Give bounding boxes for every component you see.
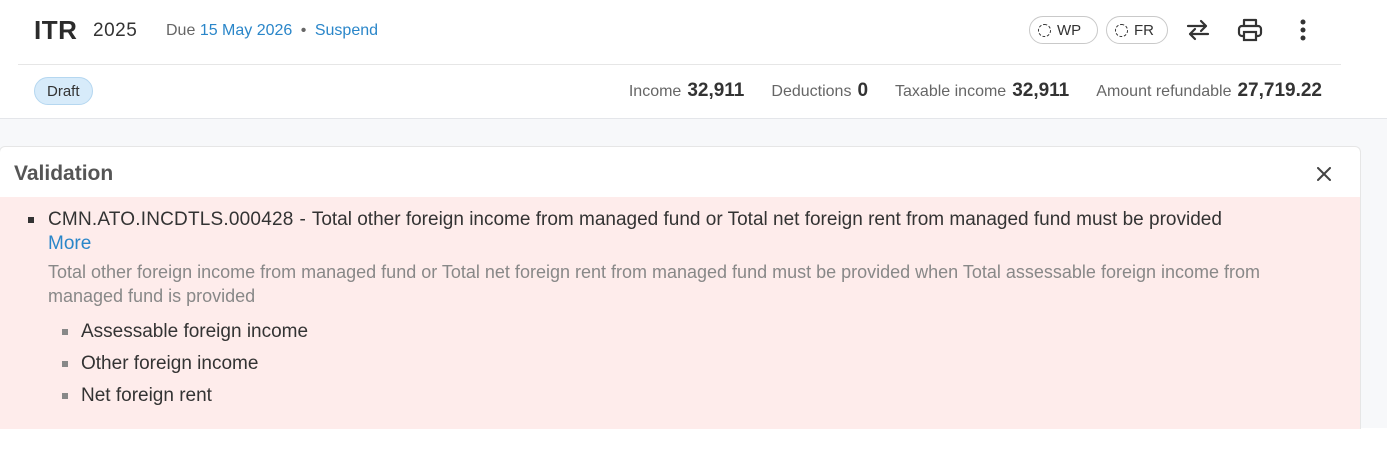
validation-panel: Validation CMN.ATO.INCDTLS.000428- Total … [0,146,1361,429]
top-bar: ITR 2025 Due 15 May 2026 • Suspend WP FR [0,0,1387,118]
list-item[interactable]: Assessable foreign income [62,316,309,348]
error-dash: - [299,209,306,230]
stat-value: 32,911 [687,80,745,101]
title-row: ITR 2025 Due 15 May 2026 • Suspend WP FR [0,0,1387,64]
fr-status-pill[interactable]: FR [1106,16,1168,44]
close-icon [1317,167,1331,181]
status-row: Draft Income 32,911 Deductions 0 Taxable… [0,65,1387,118]
error-code: CMN.ATO.INCDTLS.000428 [48,209,294,230]
field-name: Net foreign rent [81,385,212,406]
stat-value: 27,719.22 [1237,80,1322,101]
dashed-circle-icon [1115,23,1128,37]
fr-pill-label: FR [1134,21,1154,39]
list-item[interactable]: Other foreign income [62,348,308,380]
error-item: CMN.ATO.INCDTLS.000428- Total other forei… [48,208,1338,308]
separator: • [300,22,307,39]
status-badge: Draft [34,77,93,105]
field-name: Assessable foreign income [81,321,309,342]
error-description: Total other foreign income from managed … [48,262,1261,306]
form-year: 2025 [93,20,138,41]
due-date-link[interactable]: 15 May 2026 [200,22,293,39]
print-icon [1237,18,1263,42]
more-link[interactable]: More [48,232,1338,256]
more-vertical-icon [1300,19,1306,41]
stat-label: Amount refundable [1096,83,1232,100]
field-name: Other foreign income [81,353,259,374]
swap-button[interactable] [1183,15,1213,45]
list-bullet [62,361,68,367]
list-bullet [62,393,68,399]
stat-income: Income 32,911 [629,80,745,102]
due-label: Due [166,22,196,39]
more-options-button[interactable] [1288,15,1318,45]
stat-value: 32,911 [1012,80,1070,101]
stat-label: Taxable income [895,83,1007,100]
list-bullet [28,217,34,223]
stat-taxable-income: Taxable income 32,911 [895,80,1069,102]
stat-deductions: Deductions 0 [771,80,868,102]
wp-pill-label: WP [1057,21,1082,39]
dashed-circle-icon [1038,23,1051,37]
stat-value: 0 [857,80,869,101]
due-info: Due 15 May 2026 • Suspend [166,22,378,40]
summary-stats: Income 32,911 Deductions 0 Taxable incom… [602,80,1322,102]
error-heading: CMN.ATO.INCDTLS.000428- Total other forei… [48,208,1338,232]
wp-status-pill[interactable]: WP [1029,16,1098,44]
close-button[interactable] [1314,164,1334,184]
swap-icon [1186,19,1210,41]
error-message: Total other foreign income from managed … [311,209,1222,230]
list-item[interactable]: Net foreign rent [62,380,308,412]
stat-label: Deductions [771,83,852,100]
form-name: ITR [34,15,78,45]
stat-label: Income [628,83,682,100]
print-button[interactable] [1235,15,1265,45]
error-list: CMN.ATO.INCDTLS.000428- Total other forei… [0,197,1360,429]
validation-title: Validation [14,162,114,185]
affected-fields-list: Assessable foreign income Other foreign … [62,316,309,412]
stat-amount-refundable: Amount refundable 27,719.22 [1096,80,1322,102]
suspend-link[interactable]: Suspend [315,22,378,39]
list-bullet [62,329,68,335]
